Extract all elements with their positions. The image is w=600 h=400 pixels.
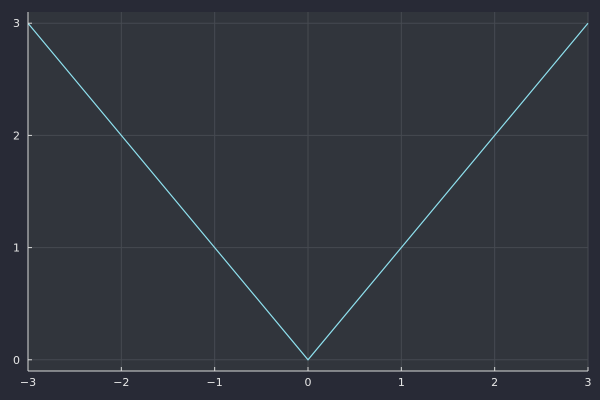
- y-tick-label: 1: [13, 242, 20, 255]
- x-tick-label: −3: [20, 376, 36, 389]
- y-tick-label: 0: [13, 354, 20, 367]
- y-tick-label: 3: [13, 17, 20, 30]
- x-tick-label: −1: [207, 376, 223, 389]
- line-chart: −3 −2 −1 0 1 2 3 0 1 2 3: [0, 0, 600, 400]
- x-tick-label: 2: [491, 376, 498, 389]
- y-tick-label: 2: [13, 129, 20, 142]
- x-tick-label: −2: [113, 376, 129, 389]
- x-tick-label: 0: [305, 376, 312, 389]
- x-tick-label: 1: [398, 376, 405, 389]
- x-tick-label: 3: [585, 376, 592, 389]
